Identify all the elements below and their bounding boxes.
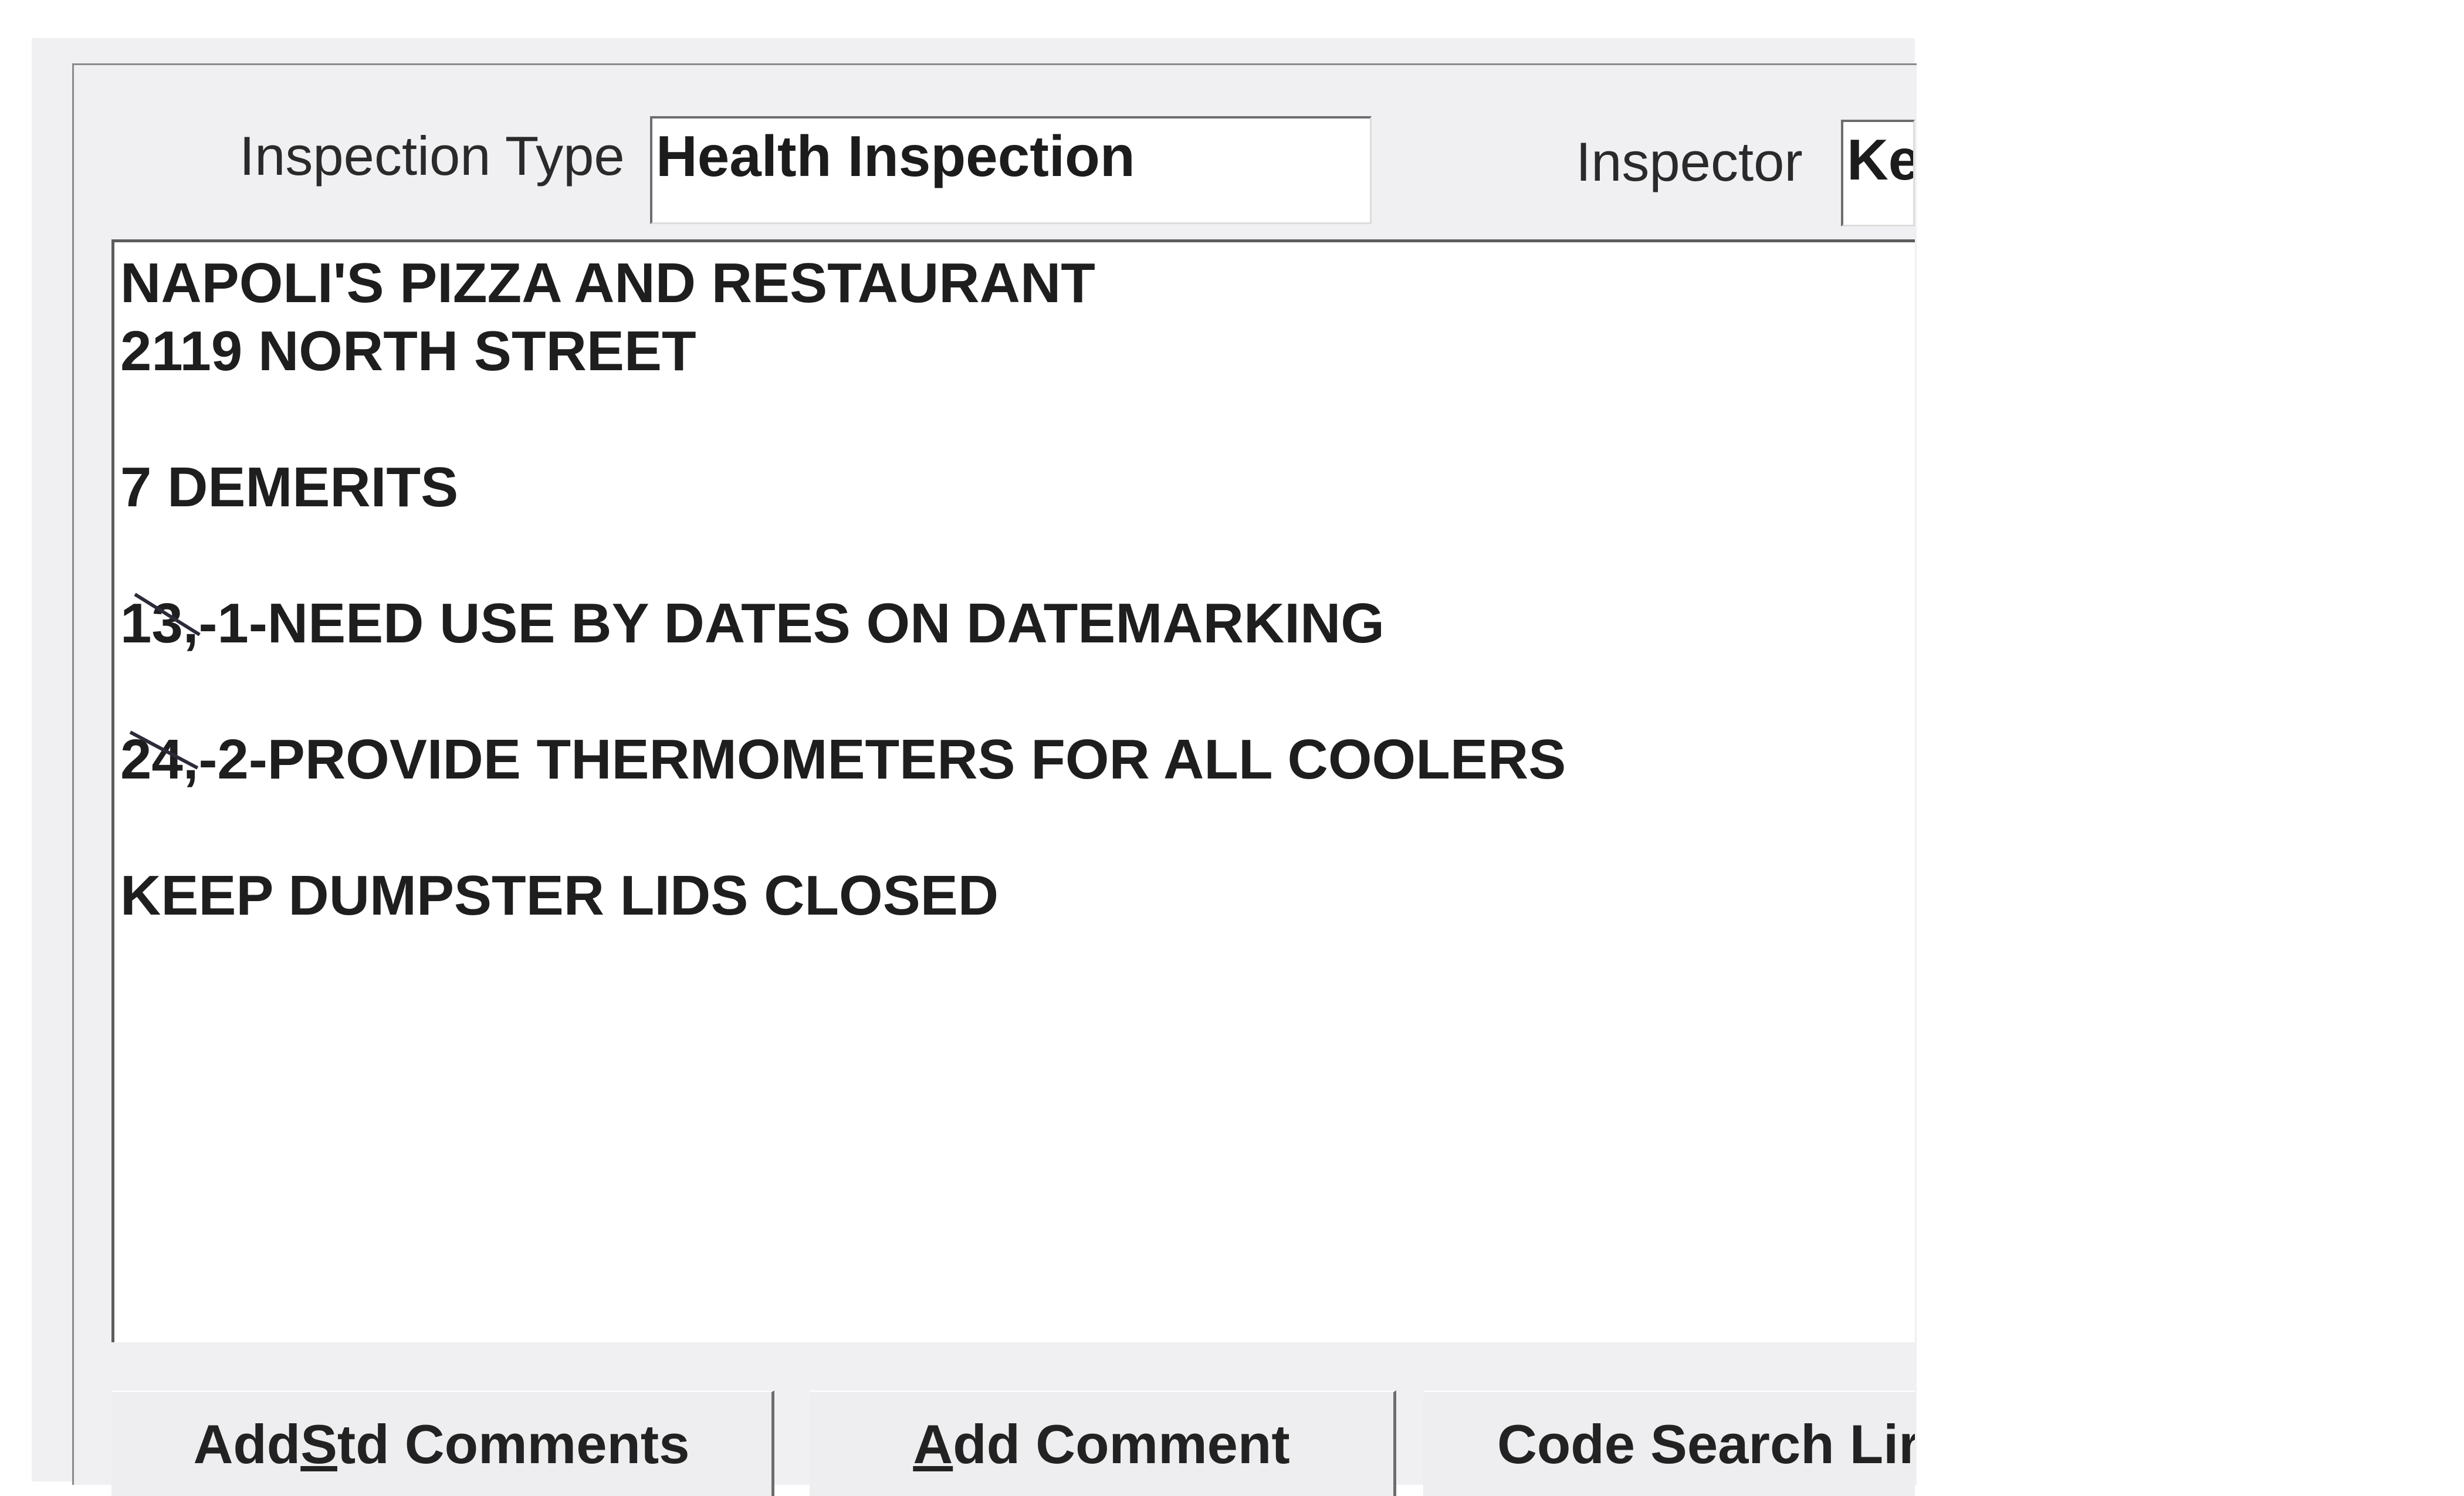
- inspector-field[interactable]: Ke: [1841, 120, 1915, 226]
- code-search-button[interactable]: Code Search Lir: [1423, 1390, 1915, 1496]
- comment-line: KEEP DUMPSTER LIDS CLOSED: [120, 864, 999, 927]
- button-label: dd Comment: [953, 1413, 1290, 1475]
- add-comment-button[interactable]: Add Comment: [810, 1390, 1396, 1496]
- comments-textarea[interactable]: NAPOLI'S PIZZA AND RESTAURANT 2119 NORTH…: [111, 239, 1915, 1342]
- comment-line: [120, 794, 1915, 862]
- inspector-label: Inspector: [1576, 131, 1803, 192]
- button-label: Add: [193, 1413, 301, 1475]
- mnemonic-letter: A: [913, 1413, 953, 1475]
- comment-line: 7 DEMERITS: [120, 456, 459, 519]
- inspection-type-field[interactable]: Health Inspection: [650, 116, 1372, 224]
- comment-line: 2119 NORTH STREET: [120, 320, 696, 383]
- comment-line: [120, 522, 1915, 590]
- comment-line: NAPOLI'S PIZZA AND RESTAURANT: [120, 252, 1095, 314]
- add-std-comments-button[interactable]: Add Std Comments: [111, 1390, 774, 1496]
- comment-line: [120, 385, 1915, 453]
- comment-line: 24,-2-PROVIDE THERMOMETERS FOR ALL COOLE…: [120, 728, 1566, 791]
- inspection-type-label: Inspection Type: [239, 125, 625, 187]
- comment-line: 13,-1-NEED USE BY DATES ON DATEMARKING: [120, 592, 1385, 655]
- mnemonic-letter: S: [300, 1413, 337, 1475]
- button-label: td Comments: [337, 1413, 690, 1475]
- comment-line: [120, 658, 1915, 726]
